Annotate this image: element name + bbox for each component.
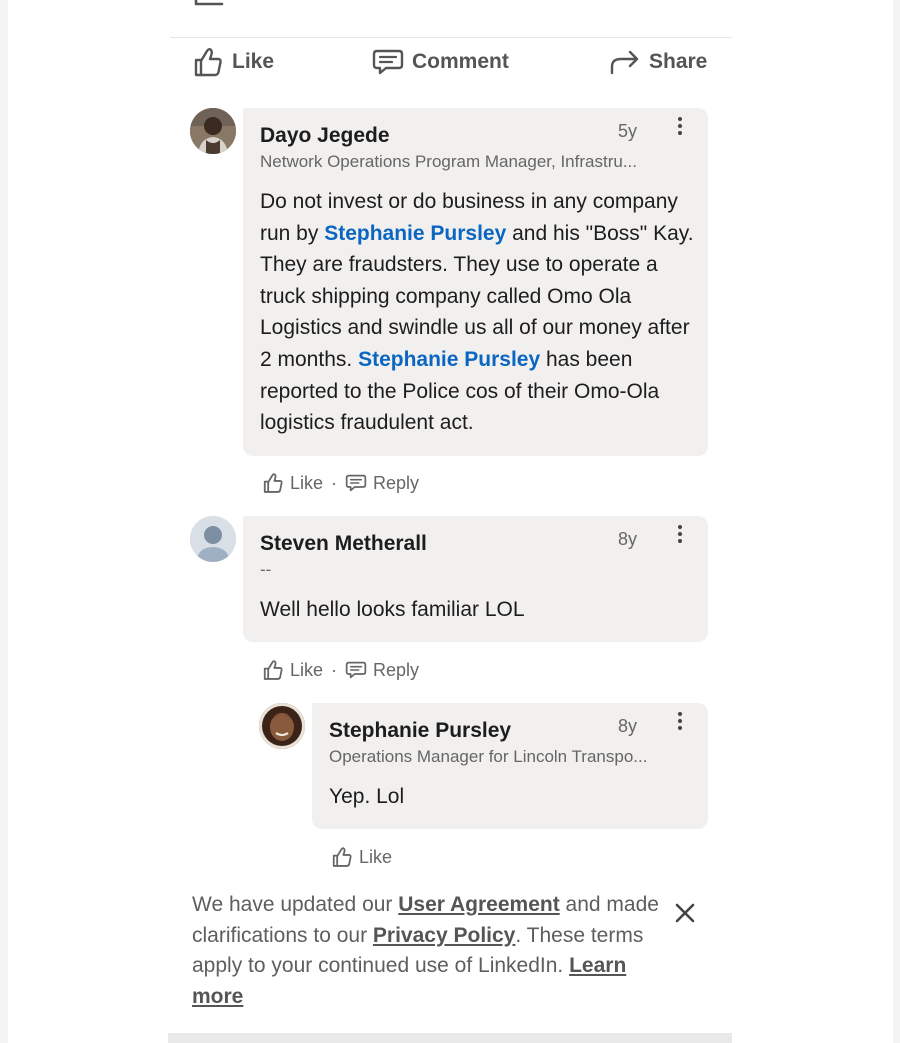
like-button[interactable]: Like (192, 40, 274, 84)
comment-button[interactable]: Comment (372, 40, 509, 84)
avatar[interactable] (190, 108, 236, 154)
reply-bubble-icon (345, 661, 367, 679)
comment-label: Comment (412, 50, 509, 73)
more-vertical-icon[interactable] (670, 521, 690, 547)
mention-link[interactable]: Stephanie Pursley (358, 348, 540, 371)
separator-dot: · (331, 659, 338, 680)
reply-author-headline: Operations Manager for Lincoln Transpo..… (329, 747, 648, 766)
comment-body: Well hello looks familiar LOL (260, 598, 525, 621)
more-vertical-icon[interactable] (670, 708, 690, 734)
comment-like-button[interactable]: Like (262, 659, 323, 681)
separator-dot: · (331, 472, 338, 493)
like-label: Like (290, 472, 324, 493)
reply-like-button[interactable]: Like (331, 846, 392, 868)
reply-label: Reply (373, 659, 420, 680)
avatar-photo (259, 703, 305, 749)
notice-text: We have updated our (192, 893, 399, 916)
user-agreement-link[interactable]: User Agreement (398, 893, 559, 916)
reply-label: Reply (373, 472, 420, 493)
more-vertical-icon[interactable] (670, 113, 690, 139)
thumbs-up-icon (263, 473, 283, 493)
comment-author-name[interactable]: Dayo Jegede (260, 124, 390, 148)
thumbs-up-icon (194, 48, 222, 77)
comment-author-headline: -- (260, 560, 272, 579)
post-actions-bar: Like Comment Share (192, 40, 712, 84)
like-label: Like (232, 50, 275, 73)
mention-link[interactable]: Stephanie Pursley (324, 222, 506, 245)
comment-like-button[interactable]: Like (262, 472, 323, 494)
comment-timestamp: 8y (618, 529, 638, 549)
comment-actions: Like · Reply (262, 655, 419, 685)
reply-bubble-icon (345, 474, 367, 492)
divider (170, 37, 732, 38)
arrow-left-icon[interactable] (192, 0, 226, 14)
avatar[interactable] (190, 516, 236, 562)
default-avatar-icon (190, 516, 236, 562)
reply-body: Yep. Lol (329, 785, 405, 808)
reply-author-name[interactable]: Stephanie Pursley (329, 719, 511, 743)
comment-body: Do not invest or do business in any comp… (260, 186, 698, 439)
comment-reply-button[interactable]: Reply (345, 473, 419, 494)
share-arrow-icon (610, 50, 639, 75)
thumbs-up-icon (332, 847, 352, 867)
thumbs-up-icon (263, 660, 283, 680)
share-label: Share (649, 50, 708, 73)
reply-timestamp: 8y (618, 716, 638, 736)
avatar[interactable] (259, 703, 305, 749)
avatar-photo (190, 108, 236, 154)
bottom-bar (168, 1033, 732, 1043)
like-label: Like (290, 659, 324, 680)
comment-reply-button[interactable]: Reply (345, 660, 419, 681)
reply-actions: Like (331, 842, 392, 872)
comment-author-name[interactable]: Steven Metherall (260, 532, 427, 556)
close-icon[interactable] (674, 902, 696, 924)
comment-icon (372, 49, 404, 75)
share-button[interactable]: Share (609, 40, 707, 84)
privacy-policy-link[interactable]: Privacy Policy (373, 924, 515, 947)
comment-timestamp: 5y (618, 121, 638, 141)
comment-author-headline: Network Operations Program Manager, Infr… (260, 152, 637, 171)
comment-actions: Like · Reply (262, 468, 419, 498)
policy-update-notice: We have updated our User Agreement and m… (192, 890, 662, 1012)
like-label: Like (359, 846, 393, 867)
